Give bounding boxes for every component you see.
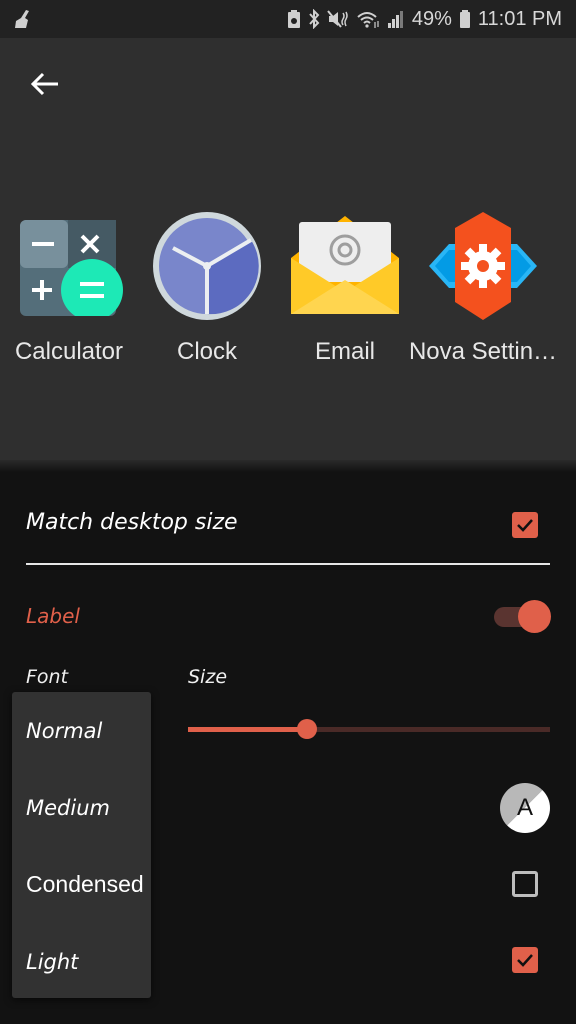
color-button-text: A	[516, 794, 533, 821]
font-option-medium[interactable]: Medium	[12, 769, 151, 846]
font-option-condensed[interactable]: Condensed	[12, 846, 151, 923]
app-label: Email	[314, 338, 375, 365]
battery-saver-icon	[287, 9, 301, 29]
label-toggle-thumb[interactable]	[518, 600, 551, 633]
label-section-title: Label	[26, 604, 80, 628]
font-option-light[interactable]: Light	[12, 923, 151, 1000]
battery-percent: 49%	[411, 7, 452, 30]
font-label: Font	[26, 666, 69, 688]
app-clock[interactable]: Clock	[138, 210, 276, 366]
mute-vibrate-icon	[327, 9, 349, 29]
size-slider-thumb[interactable]	[297, 719, 318, 739]
email-icon	[289, 210, 401, 322]
clock-time: 11:01 PM	[477, 7, 562, 30]
checkmark-icon	[517, 519, 533, 532]
nova-settings-icon	[427, 210, 539, 322]
signal-icon	[387, 9, 405, 29]
font-option-normal[interactable]: Normal	[12, 692, 151, 769]
icon-preview-area: Calculator Clock Email Nova Settin…	[0, 38, 576, 466]
bluetooth-icon	[308, 9, 320, 29]
option-checkbox-unchecked[interactable]	[512, 871, 538, 897]
label-color-button[interactable]: A	[500, 783, 550, 833]
cleaner-broom-icon	[12, 8, 34, 30]
wifi-icon	[356, 9, 380, 29]
app-label: Calculator	[14, 338, 124, 365]
back-arrow-icon	[30, 72, 58, 96]
app-email[interactable]: Email	[276, 210, 414, 366]
clock-icon	[151, 210, 263, 322]
divider	[26, 563, 550, 565]
option-checkbox-checked[interactable]	[512, 947, 538, 973]
back-button[interactable]	[22, 66, 68, 102]
calculator-icon	[13, 210, 125, 322]
app-label: Clock	[176, 338, 237, 365]
app-label: Nova Settin…	[408, 338, 558, 365]
battery-icon	[459, 9, 471, 29]
size-label: Size	[188, 666, 228, 688]
match-desktop-size-label: Match desktop size	[26, 510, 238, 535]
checkmark-icon	[517, 954, 533, 967]
size-slider-fill	[188, 727, 308, 732]
font-dropdown-menu: Normal Medium Condensed Light	[12, 692, 151, 998]
status-bar: 49% 11:01 PM	[0, 0, 576, 38]
preview-shadow	[0, 460, 576, 472]
app-icon-row: Calculator Clock Email Nova Settin…	[0, 210, 576, 366]
app-nova-settings[interactable]: Nova Settin…	[409, 210, 557, 366]
match-desktop-size-checkbox[interactable]	[512, 512, 538, 538]
app-calculator[interactable]: Calculator	[0, 210, 138, 366]
